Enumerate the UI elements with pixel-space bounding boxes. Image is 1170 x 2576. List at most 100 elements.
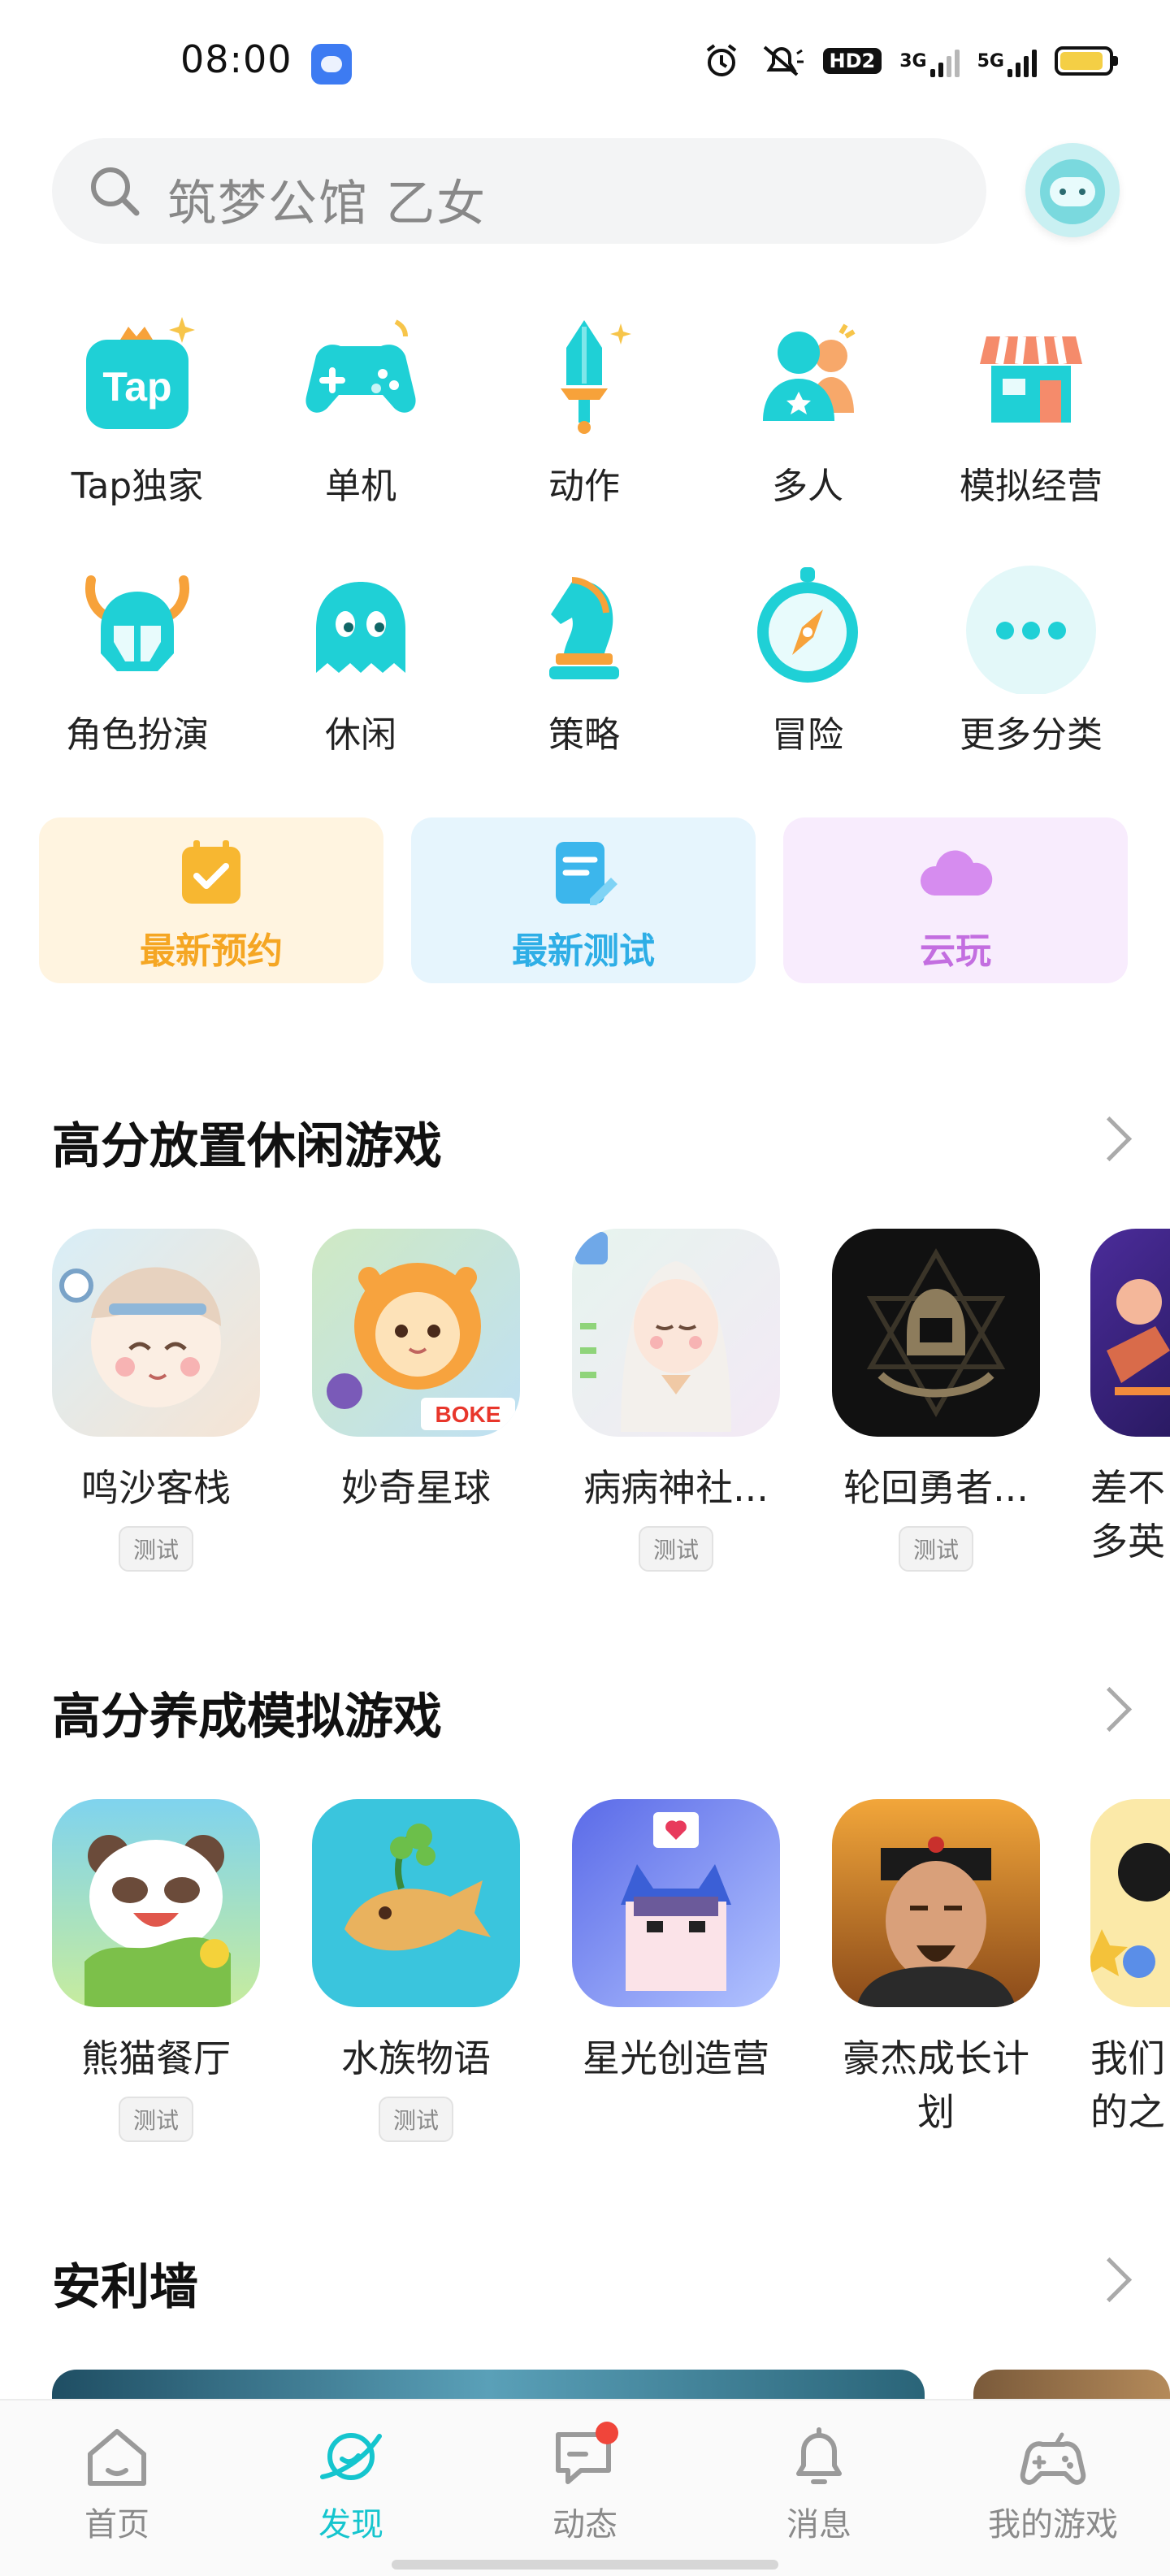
helmet-icon <box>68 556 206 694</box>
calendar-check-icon <box>182 840 240 904</box>
category-adventure[interactable]: 冒险 <box>698 556 917 757</box>
tap-exclusive-icon: Tap <box>68 307 206 445</box>
search-icon <box>91 167 140 216</box>
category-tap-exclusive[interactable]: Tap Tap独家 <box>28 307 247 509</box>
section-title-simulation-games: 高分养成模拟游戏 <box>52 1689 442 1746</box>
category-label: 更多分类 <box>960 714 1103 756</box>
status-badge: 测试 <box>118 2097 193 2142</box>
cloud-icon <box>920 850 993 896</box>
category-standalone[interactable]: 单机 <box>251 307 470 509</box>
game-name: 熊猫餐厅 <box>81 2036 231 2080</box>
category-strategy[interactable]: 策略 <box>474 556 694 757</box>
section-title-recommend-wall: 安利墙 <box>52 2259 198 2316</box>
battery-icon <box>1055 42 1118 80</box>
game-icon: BOKE <box>312 1229 520 1437</box>
avatar[interactable] <box>1025 143 1120 237</box>
chevron-right-icon[interactable] <box>1086 1116 1133 1162</box>
nav-messages[interactable]: 消息 <box>722 2420 916 2545</box>
multiplayer-icon <box>739 307 877 445</box>
status-bar: 08:00 HD2 3G 5G <box>0 0 1170 130</box>
game-name: 轮回勇者... <box>843 1466 1029 1510</box>
chevron-right-icon[interactable] <box>1086 1686 1133 1733</box>
signal-3g-icon: 3G <box>899 42 960 80</box>
game-icon <box>1090 1229 1170 1437</box>
search-placeholder: 筑梦公馆 乙女 <box>167 176 488 232</box>
home-indicator[interactable] <box>392 2560 778 2569</box>
game-card[interactable]: 轮回勇者... 测试 <box>830 1229 1042 1572</box>
category-label: 模拟经营 <box>960 466 1103 507</box>
nav-my-games[interactable]: 我的游戏 <box>956 2420 1150 2545</box>
game-name: 我们的之社... <box>1090 2036 1165 2134</box>
alarm-icon <box>703 42 740 80</box>
category-simulation[interactable]: 模拟经营 <box>921 307 1141 509</box>
sword-icon <box>515 307 653 445</box>
category-label: 单机 <box>325 466 396 507</box>
notification-app-icon <box>311 44 352 85</box>
nav-discover[interactable]: 发现 <box>254 2420 448 2545</box>
planet-icon <box>314 2420 388 2493</box>
search-bar[interactable]: 筑梦公馆 乙女 <box>52 138 986 244</box>
net2-label: 5G <box>977 50 1004 72</box>
game-icon <box>832 1799 1040 2007</box>
game-card[interactable]: 熊猫餐厅 测试 <box>50 1799 262 2142</box>
game-card[interactable]: 病病神社... 测试 <box>570 1229 782 1572</box>
game-name: 星光创造营 <box>583 2036 769 2080</box>
more-dots-icon <box>962 556 1100 696</box>
status-badge: 测试 <box>118 1526 193 1572</box>
nav-label: 首页 <box>84 2506 150 2543</box>
nav-label: 我的游戏 <box>988 2506 1118 2543</box>
chess-knight-icon <box>515 556 653 694</box>
home-icon <box>80 2420 154 2493</box>
hd-voice-icon: HD2 <box>822 42 882 80</box>
status-badge: 测试 <box>378 2097 453 2142</box>
game-icon <box>312 1799 520 2007</box>
game-card[interactable]: 差不多英雄20... <box>1090 1229 1170 1568</box>
latest-reservation-card[interactable]: 最新预约 <box>39 817 384 983</box>
nav-label: 动态 <box>552 2506 618 2543</box>
game-icon <box>1090 1799 1170 2007</box>
cloud-play-card[interactable]: 云玩 <box>783 817 1128 983</box>
hd-label: HD2 <box>822 48 882 74</box>
game-name: 差不多英雄20... <box>1090 1466 1165 1563</box>
tap-icon-text: Tap <box>102 364 171 410</box>
nav-label: 消息 <box>786 2506 852 2543</box>
category-multiplayer[interactable]: 多人 <box>698 307 917 509</box>
category-rpg[interactable]: 角色扮演 <box>28 556 247 757</box>
game-card[interactable]: 鸣沙客栈 测试 <box>50 1229 262 1572</box>
game-name: 鸣沙客栈 <box>81 1466 231 1510</box>
category-action[interactable]: 动作 <box>474 307 694 509</box>
card-label: 最新测试 <box>512 930 655 972</box>
gamepad-icon <box>292 307 430 445</box>
game-icon <box>52 1229 260 1437</box>
status-time: 08:00 <box>180 37 292 81</box>
latest-test-card[interactable]: 最新测试 <box>411 817 756 983</box>
status-badge: 测试 <box>638 1526 713 1572</box>
category-label: Tap独家 <box>71 466 204 507</box>
game-card[interactable]: 水族物语 测试 <box>310 1799 522 2142</box>
category-label: 休闲 <box>325 714 396 756</box>
category-label: 冒险 <box>772 714 843 756</box>
notification-badge <box>596 2422 618 2444</box>
nav-home[interactable]: 首页 <box>20 2420 214 2545</box>
game-card[interactable]: 豪杰成长计划 <box>830 1799 1042 2139</box>
category-more[interactable]: 更多分类 <box>921 556 1141 757</box>
game-card[interactable]: 我们的之社... <box>1090 1799 1170 2139</box>
ghost-icon <box>292 556 430 694</box>
nav-feed[interactable]: 动态 <box>488 2420 682 2545</box>
chevron-right-icon[interactable] <box>1086 2257 1133 2303</box>
status-icons: HD2 3G 5G <box>703 42 1118 80</box>
game-name: 病病神社... <box>583 1466 769 1510</box>
section-title-idle-games: 高分放置休闲游戏 <box>52 1118 442 1175</box>
category-label: 角色扮演 <box>66 714 209 756</box>
game-card[interactable]: 星光创造营 <box>570 1799 782 2085</box>
game-icon <box>572 1799 780 2007</box>
card-label: 最新预约 <box>140 930 283 972</box>
gamepad-nav-icon <box>1016 2420 1090 2493</box>
net1-label: 3G <box>899 50 927 72</box>
test-edit-icon <box>556 842 618 905</box>
bell-icon <box>782 2420 856 2493</box>
category-casual[interactable]: 休闲 <box>251 556 470 757</box>
shop-icon <box>962 307 1100 445</box>
game-card[interactable]: BOKE 妙奇星球 <box>310 1229 522 1515</box>
chat-icon <box>548 2420 622 2493</box>
